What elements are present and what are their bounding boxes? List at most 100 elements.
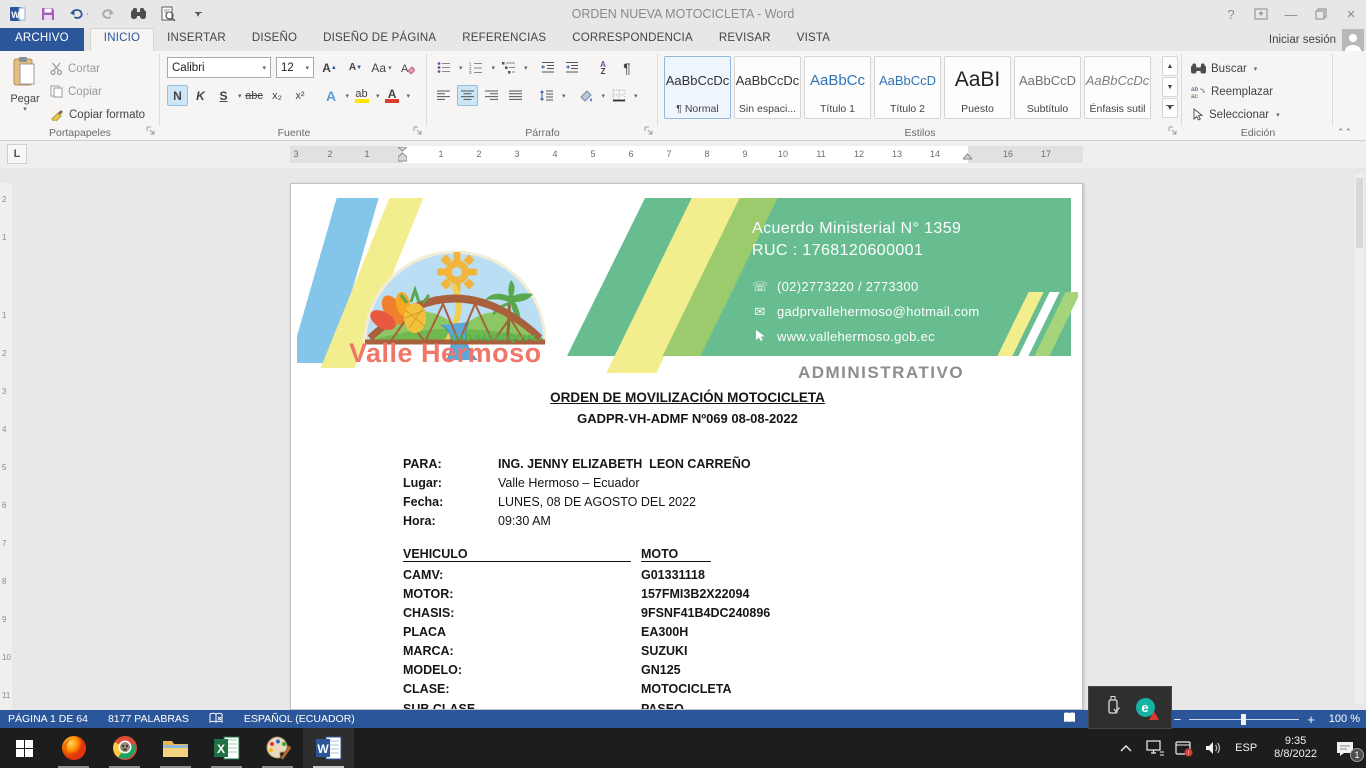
subscript-button[interactable]: x₂: [267, 85, 288, 106]
close-icon[interactable]: ×: [1336, 0, 1366, 28]
change-case-button[interactable]: Aa▾: [371, 57, 392, 78]
style-titulo-1[interactable]: AaBbCcTítulo 1: [804, 56, 871, 119]
language-indicator[interactable]: ESPAÑOL (ECUADOR): [244, 713, 355, 725]
tab-insertar[interactable]: INSERTAR: [154, 28, 239, 51]
replace-button[interactable]: abac Reemplazar: [1191, 81, 1280, 102]
tab-correspondencia[interactable]: CORRESPONDENCIA: [559, 28, 706, 51]
help-icon[interactable]: ?: [1216, 0, 1246, 28]
paste-dropdown[interactable]: ▾: [6, 105, 44, 113]
network-icon[interactable]: [1144, 728, 1166, 768]
paste-button[interactable]: Pegar ▾: [6, 56, 44, 124]
save-icon[interactable]: [38, 4, 58, 24]
borders-dropdown[interactable]: ▾: [634, 92, 638, 100]
style-sin-espaciado[interactable]: AaBbCcDcSin espaci...: [734, 56, 801, 119]
find-button[interactable]: Buscar▾: [1191, 58, 1280, 79]
tab-referencias[interactable]: REFERENCIAS: [449, 28, 559, 51]
word-count[interactable]: 8177 PALABRAS: [108, 713, 189, 725]
zoom-out-button[interactable]: −: [1174, 712, 1182, 727]
line-spacing-dropdown[interactable]: ▾: [562, 92, 566, 100]
cut-button[interactable]: Cortar: [50, 58, 145, 79]
indent-marker-icon[interactable]: [398, 147, 407, 162]
clock[interactable]: 9:358/8/2022: [1268, 735, 1323, 761]
restore-icon[interactable]: [1306, 0, 1336, 28]
shading-button[interactable]: [576, 85, 597, 106]
volume-icon[interactable]: [1202, 728, 1224, 768]
show-marks-button[interactable]: ¶: [617, 57, 638, 78]
italic-button[interactable]: K: [190, 85, 211, 106]
multilevel-dropdown[interactable]: ▾: [524, 64, 528, 72]
read-mode-icon[interactable]: [1063, 712, 1076, 726]
taskbar-word[interactable]: W: [303, 728, 354, 768]
select-button[interactable]: Seleccionar▾: [1191, 104, 1280, 125]
zoom-slider[interactable]: [1189, 719, 1299, 720]
font-color-dropdown[interactable]: ▾: [407, 92, 411, 100]
styles-gallery-more-icon[interactable]: ▼: [1162, 98, 1178, 118]
underline-button[interactable]: S: [213, 85, 234, 106]
align-center-button[interactable]: [457, 85, 478, 106]
taskbar-firefox[interactable]: [48, 728, 99, 768]
bullets-dropdown[interactable]: ▾: [459, 64, 463, 72]
multilevel-list-button[interactable]: [498, 57, 519, 78]
taskbar-excel[interactable]: X: [201, 728, 252, 768]
select-dropdown[interactable]: ▾: [1276, 111, 1280, 119]
horizontal-ruler[interactable]: 3 2 1 1 2 3 4 5 6 7 8 9 10 11 12 13 14 1…: [290, 146, 1083, 163]
justify-button[interactable]: [505, 85, 526, 106]
word-logo-icon[interactable]: W: [8, 4, 28, 24]
numbering-button[interactable]: 123: [466, 57, 487, 78]
tab-diseno-pagina[interactable]: DISEÑO DE PÁGINA: [310, 28, 449, 51]
usb-icon[interactable]: [1106, 695, 1120, 720]
style-titulo-2[interactable]: AaBbCcDTítulo 2: [874, 56, 941, 119]
collapse-ribbon-icon[interactable]: ⌃⌃: [1337, 127, 1352, 138]
proofing-icon[interactable]: [209, 712, 224, 727]
zoom-in-button[interactable]: +: [1307, 712, 1315, 727]
right-indent-marker-icon[interactable]: [963, 151, 972, 166]
paragraph-dialog-launcher-icon[interactable]: [644, 126, 655, 137]
borders-button[interactable]: [608, 85, 629, 106]
styles-dialog-launcher-icon[interactable]: [1168, 126, 1179, 137]
print-preview-icon[interactable]: [158, 4, 178, 24]
tab-vista[interactable]: VISTA: [784, 28, 843, 51]
notification-center-icon[interactable]: 1: [1330, 728, 1360, 768]
qat-customize-icon[interactable]: ▾: [188, 4, 208, 24]
align-right-button[interactable]: [481, 85, 502, 106]
taskbar-paint[interactable]: [252, 728, 303, 768]
copy-button[interactable]: Copiar: [50, 81, 145, 102]
find-dropdown[interactable]: ▾: [1254, 65, 1258, 73]
tab-archivo[interactable]: ARCHIVO: [0, 28, 84, 51]
font-size-select[interactable]: 12▾: [276, 57, 314, 78]
styles-scroll-down-icon[interactable]: ▼: [1162, 77, 1178, 97]
keyboard-language[interactable]: ESP: [1231, 742, 1261, 754]
tab-diseno[interactable]: DISEÑO: [239, 28, 310, 51]
style-enfasis-sutil[interactable]: AaBbCcDcÉnfasis sutil: [1084, 56, 1151, 119]
font-dialog-launcher-icon[interactable]: [413, 126, 424, 137]
tray-chevron-icon[interactable]: [1115, 728, 1137, 768]
find-icon[interactable]: [128, 4, 148, 24]
underline-dropdown[interactable]: ▾: [238, 92, 242, 100]
vertical-scrollbar[interactable]: [1355, 174, 1364, 704]
styles-scroll-up-icon[interactable]: ▲: [1162, 56, 1178, 76]
bold-button[interactable]: N: [167, 85, 188, 106]
decrease-indent-button[interactable]: [538, 57, 559, 78]
minimize-icon[interactable]: —: [1276, 0, 1306, 28]
text-effects-dropdown[interactable]: ▾: [346, 92, 350, 100]
shrink-font-button[interactable]: A▼: [345, 57, 366, 78]
avatar-icon[interactable]: [1342, 29, 1364, 51]
scrollbar-thumb[interactable]: [1356, 178, 1363, 248]
style-normal[interactable]: AaBbCcDc¶ Normal: [664, 56, 731, 119]
security-alert-icon[interactable]: !: [1173, 728, 1195, 768]
superscript-button[interactable]: x²: [290, 85, 311, 106]
text-effects-button[interactable]: A: [321, 85, 342, 106]
format-painter-button[interactable]: Copiar formato: [50, 104, 145, 125]
undo-icon[interactable]: ▾: [68, 4, 88, 24]
start-button[interactable]: [0, 728, 48, 768]
tab-revisar[interactable]: REVISAR: [706, 28, 784, 51]
numbering-dropdown[interactable]: ▾: [492, 64, 496, 72]
page-indicator[interactable]: PÁGINA 1 DE 64: [8, 713, 88, 725]
clear-formatting-button[interactable]: A: [397, 57, 418, 78]
bullets-button[interactable]: [433, 57, 454, 78]
sign-in[interactable]: Iniciar sesión: [1269, 28, 1364, 51]
vertical-ruler[interactable]: 2 1 1 2 3 4 5 6 7 8 9 10 11: [0, 183, 12, 710]
taskbar-explorer[interactable]: [150, 728, 201, 768]
tab-stop-selector[interactable]: L: [7, 144, 27, 164]
increase-indent-button[interactable]: [562, 57, 583, 78]
